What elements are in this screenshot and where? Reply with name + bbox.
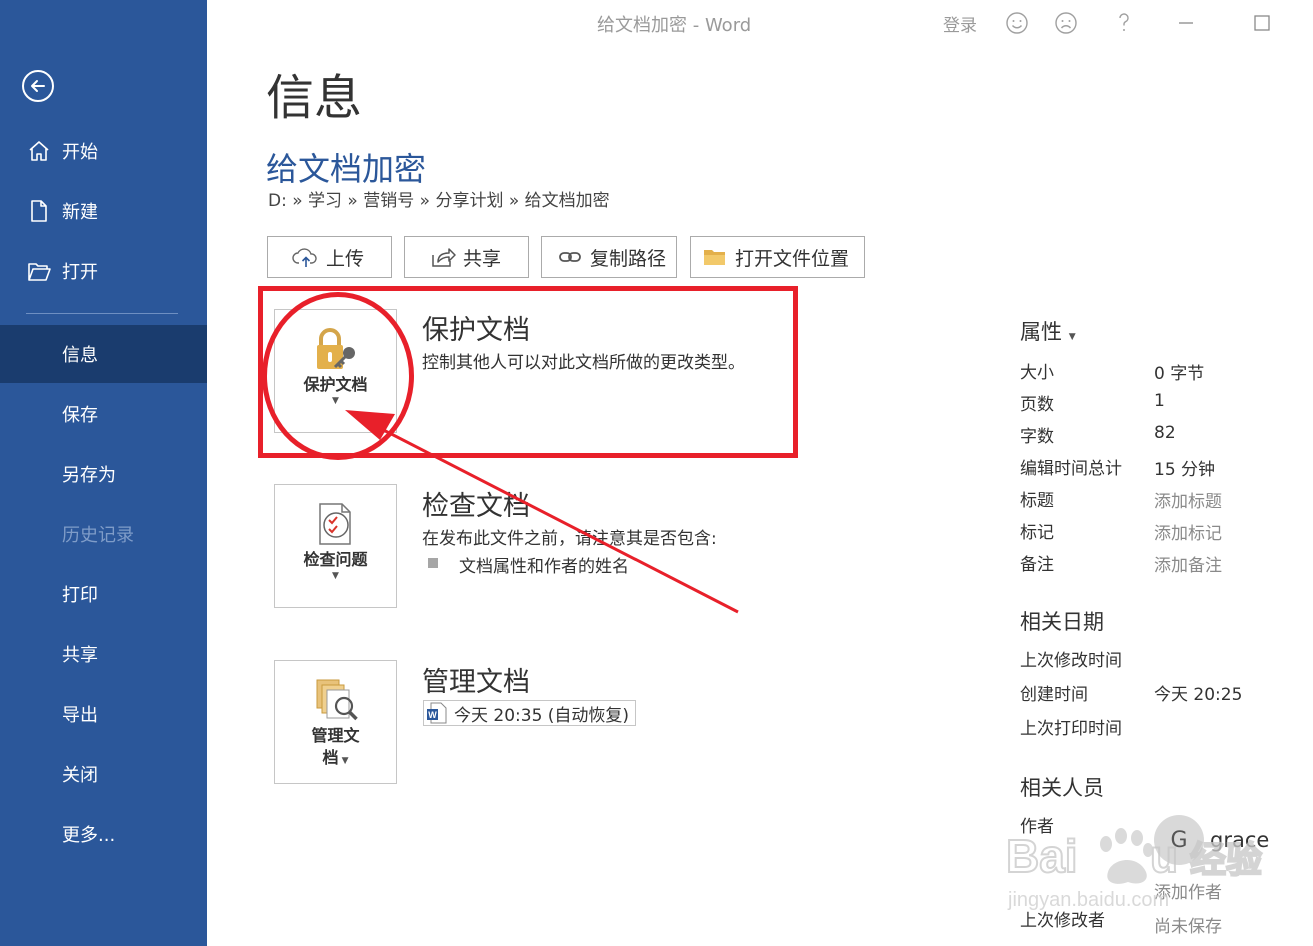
word-document-icon: W <box>426 702 448 724</box>
nav-home[interactable]: 开始 <box>0 122 207 180</box>
page-title: 信息 <box>266 70 363 126</box>
inspect-document-title: 检查文档 <box>422 491 530 522</box>
prop-label-last-modified-by: 上次修改者 <box>1020 911 1105 931</box>
nav-share[interactable]: 共享 <box>0 625 207 683</box>
document-title: 给文档加密 <box>266 150 427 188</box>
prop-value-pages: 1 <box>1154 391 1165 411</box>
prop-label-pages: 页数 <box>1020 395 1054 415</box>
author-name[interactable]: grace <box>1210 828 1269 852</box>
prop-label-edit-time: 编辑时间总计 <box>1020 459 1122 479</box>
smile-feedback-icon[interactable] <box>1004 10 1030 36</box>
inspect-document-description: 在发布此文件之前，请注意其是否包含: <box>422 529 717 549</box>
prop-value-size: 0 字节 <box>1154 364 1205 384</box>
dropdown-caret-icon: ▼ <box>1068 332 1076 342</box>
svg-text:Bai: Bai <box>1006 830 1078 882</box>
prop-value-last-modified-by: 尚未保存 <box>1154 917 1222 937</box>
manage-versions-icon <box>311 675 361 725</box>
prop-label-words: 字数 <box>1020 427 1054 447</box>
nav-export[interactable]: 导出 <box>0 685 207 743</box>
nav-more[interactable]: 更多... <box>0 805 207 863</box>
new-document-icon <box>26 198 52 224</box>
svg-text:W: W <box>428 710 437 720</box>
copy-path-button[interactable]: 复制路径 <box>541 236 677 278</box>
link-icon <box>556 245 584 269</box>
add-author-link[interactable]: 添加作者 <box>1154 878 1222 903</box>
nav-info[interactable]: 信息 <box>0 325 207 383</box>
autosave-version-item[interactable]: W 今天 20:35 (自动恢复) <box>423 700 637 726</box>
minimize-icon[interactable] <box>1173 10 1199 36</box>
prop-label-author: 作者 <box>1020 817 1054 837</box>
manage-document-title: 管理文档 <box>422 667 530 698</box>
login-link[interactable]: 登录 <box>943 11 977 36</box>
prop-value-words: 82 <box>1154 423 1176 443</box>
nav-save-as[interactable]: 另存为 <box>0 445 207 503</box>
prop-label-last-modified: 上次修改时间 <box>1020 651 1122 671</box>
prop-value-edit-time: 15 分钟 <box>1154 460 1216 480</box>
nav-new[interactable]: 新建 <box>0 182 207 240</box>
prop-label-created: 创建时间 <box>1020 685 1088 705</box>
open-file-location-button[interactable]: 打开文件位置 <box>690 236 865 278</box>
manage-document-button[interactable]: 管理文档 ▼ <box>274 660 397 784</box>
share-button[interactable]: 共享 <box>404 236 529 278</box>
backstage-sidebar: 开始 新建 打开 信息 保存 另存为 历史记录 打印 共享 导出 关闭 更多..… <box>0 0 207 946</box>
prop-value-title[interactable]: 添加标题 <box>1154 487 1222 512</box>
prop-label-last-printed: 上次打印时间 <box>1020 719 1122 739</box>
prop-label-title: 标题 <box>1020 491 1054 511</box>
properties-heading[interactable]: 属性 ▼ <box>1020 316 1076 346</box>
prop-value-created: 今天 20:25 <box>1154 685 1243 705</box>
share-icon <box>429 245 457 269</box>
help-icon[interactable] <box>1111 10 1137 36</box>
dropdown-caret-icon: ▼ <box>332 571 339 581</box>
window-title: 给文档加密 - Word <box>597 15 752 36</box>
back-arrow-icon[interactable] <box>22 70 54 102</box>
nav-history: 历史记录 <box>62 525 134 546</box>
check-issues-button[interactable]: 检查问题 ▼ <box>274 484 397 608</box>
open-folder-icon <box>26 258 52 284</box>
nav-open[interactable]: 打开 <box>0 242 207 300</box>
folder-icon <box>701 245 729 269</box>
upload-button[interactable]: 上传 <box>267 236 392 278</box>
file-path-breadcrumb: D: » 学习 » 营销号 » 分享计划 » 给文档加密 <box>268 191 610 211</box>
dropdown-caret-icon: ▼ <box>338 756 349 766</box>
cloud-upload-icon <box>292 245 320 269</box>
nav-save[interactable]: 保存 <box>0 385 207 443</box>
author-avatar: G <box>1154 815 1204 865</box>
prop-value-comments[interactable]: 添加备注 <box>1154 551 1222 576</box>
related-people-heading: 相关人员 <box>1020 776 1104 800</box>
prop-label-size: 大小 <box>1020 363 1054 383</box>
title-bar: 给文档加密 - Word 登录 <box>207 0 1313 44</box>
nav-print[interactable]: 打印 <box>0 565 207 623</box>
highlight-circle <box>262 292 414 460</box>
prop-label-comments: 备注 <box>1020 555 1054 575</box>
frown-feedback-icon[interactable] <box>1053 10 1079 36</box>
inspect-document-icon <box>314 499 358 549</box>
sidebar-divider <box>26 313 178 314</box>
inspect-bullet-text: 文档属性和作者的姓名 <box>459 557 629 577</box>
related-dates-heading: 相关日期 <box>1020 610 1104 634</box>
home-icon <box>26 138 52 164</box>
prop-value-tags[interactable]: 添加标记 <box>1154 519 1222 544</box>
prop-label-tags: 标记 <box>1020 523 1054 543</box>
nav-close[interactable]: 关闭 <box>0 745 207 803</box>
bullet-square <box>428 558 438 568</box>
maximize-icon[interactable] <box>1249 10 1275 36</box>
